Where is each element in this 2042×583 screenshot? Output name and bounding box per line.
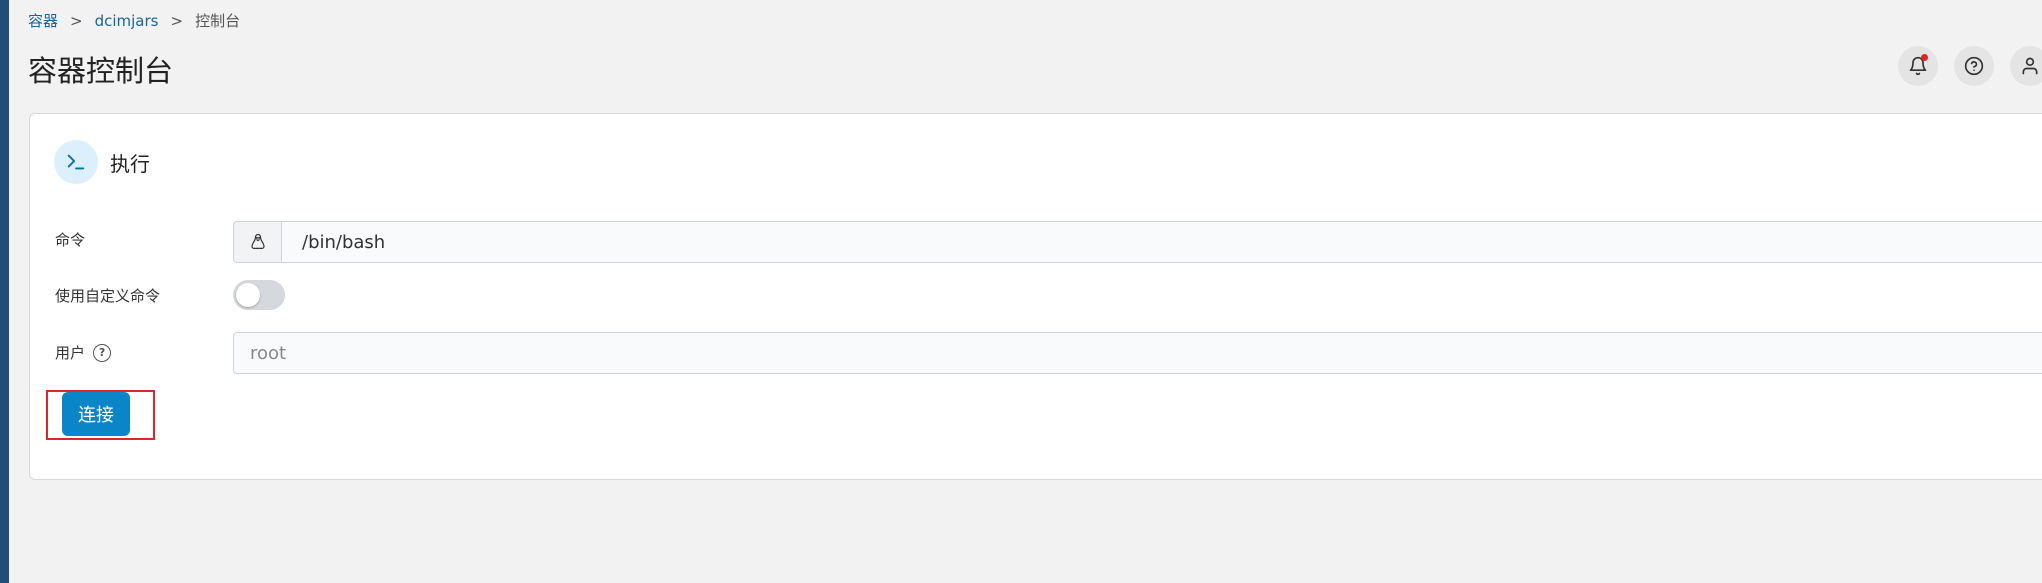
execute-panel: 执行 命令 /bin/bash 使用自定义命令 用户 ? root 连接 xyxy=(29,113,2042,480)
panel-header: 执行 xyxy=(54,140,150,184)
help-button[interactable] xyxy=(1954,46,1994,86)
breadcrumb: 容器 > dcimjars > 控制台 xyxy=(28,10,240,31)
notification-badge xyxy=(1921,54,1928,61)
user-input[interactable]: root xyxy=(233,332,2042,374)
linux-icon xyxy=(233,221,281,263)
help-icon xyxy=(1964,56,1984,76)
page-title: 容器控制台 xyxy=(28,54,174,88)
terminal-icon xyxy=(54,140,98,184)
user-icon xyxy=(2022,57,2038,75)
command-label: 命令 xyxy=(55,229,85,250)
command-label-text: 命令 xyxy=(55,231,86,249)
toggle-knob xyxy=(236,283,260,307)
breadcrumb-separator: > xyxy=(70,11,83,30)
panel-title: 执行 xyxy=(110,151,150,176)
user-label: 用户 ? xyxy=(55,342,112,363)
user-menu-button[interactable] xyxy=(2010,46,2042,86)
custom-command-label-text: 使用自定义命令 xyxy=(55,287,161,305)
left-sidebar-strip xyxy=(0,0,9,583)
command-value: /bin/bash xyxy=(281,221,2042,263)
connect-button[interactable]: 连接 xyxy=(62,392,130,436)
header-actions xyxy=(1898,46,2042,86)
breadcrumb-container-link[interactable]: dcimjars xyxy=(95,12,159,30)
custom-command-toggle[interactable] xyxy=(233,280,285,310)
user-help-icon[interactable]: ? xyxy=(93,343,112,362)
custom-command-label: 使用自定义命令 xyxy=(55,285,160,306)
notifications-button[interactable] xyxy=(1898,46,1938,86)
breadcrumb-containers-link[interactable]: 容器 xyxy=(28,10,58,31)
breadcrumb-current: 控制台 xyxy=(195,12,241,30)
breadcrumb-separator: > xyxy=(170,11,184,30)
command-select[interactable]: /bin/bash xyxy=(233,221,2042,263)
user-label-text: 用户 xyxy=(55,344,86,362)
